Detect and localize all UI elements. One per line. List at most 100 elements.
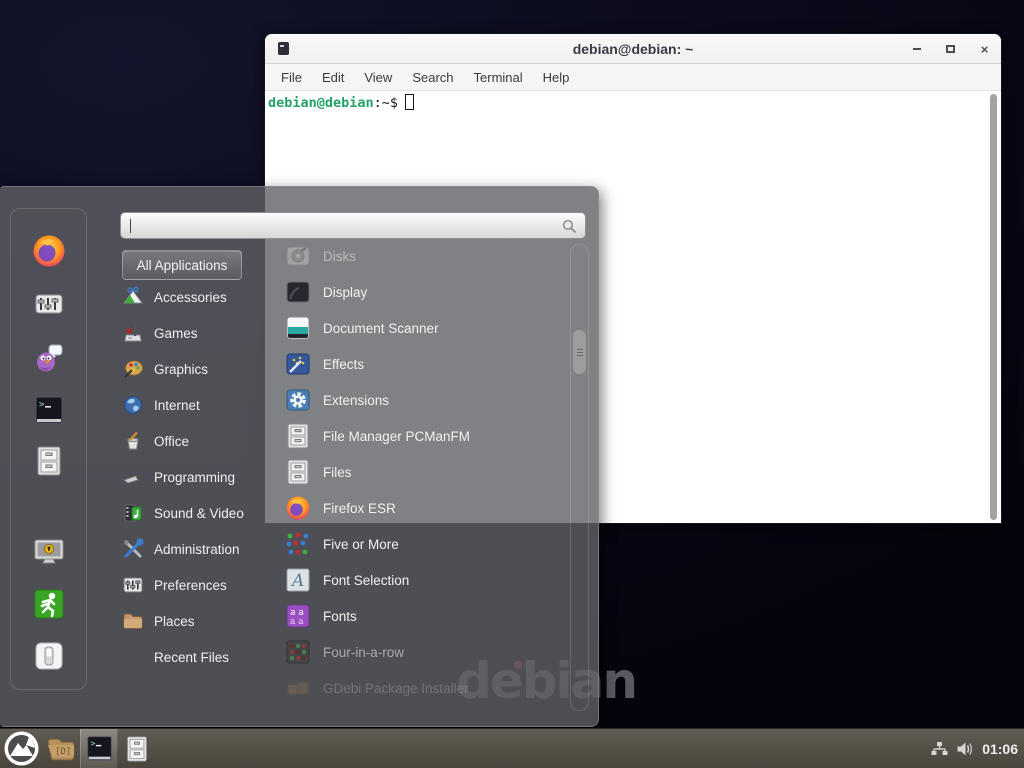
app-four-in-a-row[interactable]: Four-in-a-row xyxy=(285,634,565,670)
administration-icon xyxy=(122,538,144,560)
effects-icon xyxy=(285,351,311,377)
app-label: Fonts xyxy=(323,609,357,624)
file-cabinet-icon xyxy=(34,445,64,477)
taskbar: [D] > xyxy=(0,728,1024,768)
terminal-scrollbar[interactable] xyxy=(988,93,999,521)
pidgin-icon xyxy=(33,342,65,374)
screen: debian debian@debian: ~ × File Edit View… xyxy=(0,0,1024,768)
favorite-files[interactable] xyxy=(31,443,67,479)
menu-terminal[interactable]: Terminal xyxy=(464,66,533,89)
svg-text:[D]: [D] xyxy=(55,747,71,757)
category-accessories[interactable]: Accessories xyxy=(122,279,272,315)
five-or-more-icon xyxy=(285,531,311,557)
graphics-icon xyxy=(122,358,144,380)
menu-button[interactable] xyxy=(0,729,42,768)
category-graphics[interactable]: Graphics xyxy=(122,351,272,387)
category-label: Programming xyxy=(154,470,235,485)
terminal-prompt: debian@debian:~$ xyxy=(268,94,414,111)
taskbar-file-manager-folder[interactable]: [D] xyxy=(42,729,80,768)
favorite-settings[interactable] xyxy=(31,286,67,322)
category-label: Internet xyxy=(154,398,200,413)
menu-search[interactable]: Search xyxy=(402,66,463,89)
folder-icon: [D] xyxy=(46,735,76,763)
category-games[interactable]: Games xyxy=(122,315,272,351)
category-places[interactable]: Places xyxy=(122,603,272,639)
category-administration[interactable]: Administration xyxy=(122,531,272,567)
category-preferences[interactable]: Preferences xyxy=(122,567,272,603)
category-recent-files[interactable]: Recent Files xyxy=(122,639,272,675)
maximize-button[interactable] xyxy=(944,43,957,56)
app-disks[interactable]: Disks xyxy=(285,238,565,274)
app-firefox-esr[interactable]: Firefox ESR xyxy=(285,490,565,526)
favorite-lock-screen[interactable] xyxy=(31,534,67,570)
menu-search-input[interactable] xyxy=(120,212,586,239)
network-icon[interactable] xyxy=(931,741,948,757)
category-sound-video[interactable]: Sound & Video xyxy=(122,495,272,531)
recent-files-spacer xyxy=(122,646,144,668)
file-manager-icon xyxy=(285,423,311,449)
app-five-or-more[interactable]: Five or More xyxy=(285,526,565,562)
minimize-button[interactable] xyxy=(910,43,923,56)
prompt-path: :~$ xyxy=(374,95,398,111)
app-font-selection[interactable]: A Font Selection xyxy=(285,562,565,598)
menu-edit[interactable]: Edit xyxy=(312,66,354,89)
search-icon xyxy=(562,219,577,234)
places-icon xyxy=(122,610,144,632)
category-label: Sound & Video xyxy=(154,506,244,521)
disks-icon xyxy=(285,243,311,269)
menu-file[interactable]: File xyxy=(271,66,312,89)
app-label: File Manager PCManFM xyxy=(323,429,470,444)
app-label: Document Scanner xyxy=(323,321,439,336)
app-files[interactable]: Files xyxy=(285,454,565,490)
app-label: Five or More xyxy=(323,537,399,552)
logout-icon xyxy=(33,588,65,620)
app-label: Font Selection xyxy=(323,573,409,588)
favorite-pidgin[interactable] xyxy=(31,340,67,376)
favorite-shutdown[interactable] xyxy=(31,638,67,674)
category-programming[interactable]: Programming xyxy=(122,459,272,495)
preferences-icon xyxy=(122,574,144,596)
app-file-manager-pcmanfm[interactable]: File Manager PCManFM xyxy=(285,418,565,454)
favorite-terminal[interactable]: > xyxy=(31,392,67,428)
menu-view[interactable]: View xyxy=(354,66,402,89)
file-cabinet-taskbar-icon xyxy=(124,735,150,763)
font-selection-icon: A xyxy=(285,567,311,593)
lock-screen-icon xyxy=(32,536,66,568)
app-effects[interactable]: Effects xyxy=(285,346,565,382)
games-icon xyxy=(122,322,144,344)
taskbar-files[interactable] xyxy=(118,729,156,768)
terminal-cursor xyxy=(405,94,414,110)
terminal-scrollbar-thumb[interactable] xyxy=(990,94,997,520)
close-button[interactable]: × xyxy=(978,43,991,56)
favorite-logout[interactable] xyxy=(31,586,67,622)
svg-text:A: A xyxy=(290,571,304,591)
four-in-a-row-icon xyxy=(285,639,311,665)
applications-menu: > xyxy=(0,186,599,727)
taskbar-terminal[interactable]: > xyxy=(80,729,118,768)
terminal-title: debian@debian: ~ xyxy=(573,41,694,57)
app-display[interactable]: Display xyxy=(285,274,565,310)
terminal-titlebar[interactable]: debian@debian: ~ × xyxy=(265,34,1001,64)
volume-icon[interactable] xyxy=(956,741,974,757)
favorite-firefox[interactable] xyxy=(31,233,67,269)
svg-text:a a: a a xyxy=(290,617,304,627)
app-document-scanner[interactable]: Document Scanner xyxy=(285,310,565,346)
firefox-esr-icon xyxy=(285,495,311,521)
extensions-icon xyxy=(285,387,311,413)
all-applications-button[interactable]: All Applications xyxy=(122,250,242,280)
office-icon xyxy=(122,430,144,452)
shutdown-icon xyxy=(33,640,65,672)
category-internet[interactable]: Internet xyxy=(122,387,272,423)
app-extensions[interactable]: Extensions xyxy=(285,382,565,418)
menu-scrollbar[interactable] xyxy=(570,244,589,711)
category-office[interactable]: Office xyxy=(122,423,272,459)
taskbar-clock[interactable]: 01:06 xyxy=(982,741,1018,757)
menu-help[interactable]: Help xyxy=(533,66,580,89)
app-gdebi-package-installer[interactable]: GDebi Package Installer xyxy=(285,670,565,706)
files-icon xyxy=(285,459,311,485)
app-fonts[interactable]: a a a a Fonts xyxy=(285,598,565,634)
svg-text:>: > xyxy=(90,738,95,748)
category-label: Administration xyxy=(154,542,240,557)
category-label: Places xyxy=(154,614,195,629)
menu-scrollbar-thumb[interactable] xyxy=(572,329,587,375)
